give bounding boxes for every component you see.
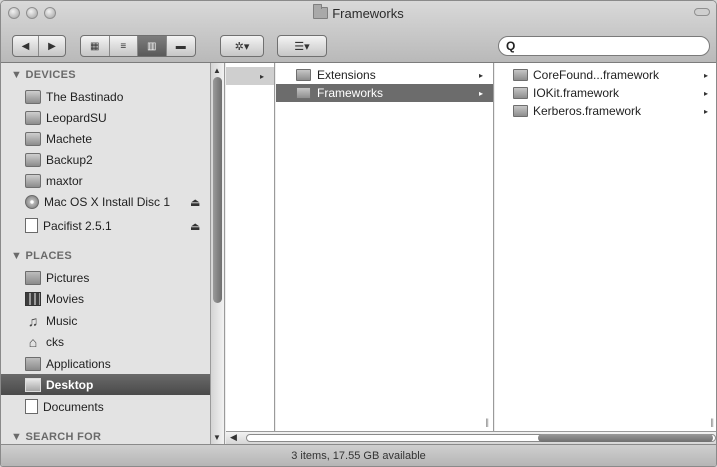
sidebar-item-documents[interactable]: Documents <box>1 396 210 417</box>
sidebar-item-maxtor[interactable]: maxtor <box>1 170 210 191</box>
cover-flow-button[interactable]: ▬ <box>167 36 195 56</box>
sidebar-item-applications[interactable]: Applications <box>1 353 210 374</box>
view-switcher: ▦ ≡ ▥ ▬ <box>80 35 196 57</box>
forward-button[interactable]: ▶ <box>39 36 65 56</box>
status-bar: 3 items, 17.55 GB available <box>1 444 716 466</box>
folder-icon <box>296 69 311 81</box>
folder-icon <box>513 105 528 117</box>
desktop-icon <box>25 377 41 392</box>
sidebar-item-movies[interactable]: Movies <box>1 288 210 309</box>
sidebar: ▼ DEVICES The Bastinado LeopardSU Machet… <box>1 63 211 444</box>
folder-icon <box>313 4 329 19</box>
document-icon <box>25 218 38 233</box>
list-item[interactable]: CoreFound...framework ▸ <box>495 66 716 84</box>
arrange-icon[interactable]: ☰▾ <box>278 36 326 56</box>
toolbar: Frameworks ◀ ▶ ▦ ≡ ▥ ▬ ✲▾ ☰▾ Q <box>1 1 716 63</box>
hard-drive-icon <box>25 89 41 104</box>
applications-folder-icon <box>25 356 41 371</box>
nav-buttons: ◀ ▶ <box>12 35 66 57</box>
horizontal-scrollbar[interactable]: ◀ <box>226 431 716 444</box>
horizontal-scroll-thumb[interactable] <box>538 434 713 442</box>
list-item[interactable]: Kerberos.framework ▸ <box>495 102 716 120</box>
action-menu: ✲▾ <box>220 35 264 57</box>
gear-icon[interactable]: ✲▾ <box>221 36 263 56</box>
eject-icon[interactable]: ⏏ <box>190 196 200 209</box>
search-for-header[interactable]: ▼ SEARCH FOR <box>11 431 101 443</box>
column-resize-handle[interactable]: || <box>710 417 714 427</box>
window-title-text: Frameworks <box>332 6 404 21</box>
chevron-right-icon: ▸ <box>704 106 709 116</box>
sidebar-item-machete[interactable]: Machete <box>1 128 210 149</box>
documents-icon <box>25 399 38 414</box>
column-root: ▸ <box>226 63 275 431</box>
chevron-right-icon: ▸ <box>479 70 484 80</box>
hard-drive-icon <box>25 173 41 188</box>
sidebar-item-desktop[interactable]: Desktop <box>1 374 210 395</box>
sidebar-item-cks[interactable]: ⌂ cks <box>1 331 210 352</box>
list-item[interactable]: Extensions ▸ <box>276 66 493 84</box>
movies-icon <box>25 291 41 306</box>
chevron-right-icon: ▸ <box>479 88 484 98</box>
list-view-button[interactable]: ≡ <box>110 36 138 56</box>
search-field[interactable]: Q <box>498 36 710 56</box>
search-icon: Q <box>506 39 516 53</box>
chevron-right-icon: ▸ <box>704 70 709 80</box>
scroll-left-arrow-icon[interactable]: ◀ <box>230 432 237 443</box>
disc-icon <box>25 194 39 209</box>
sidebar-item-music[interactable]: ♫ Music <box>1 310 210 331</box>
list-item[interactable]: IOKit.framework ▸ <box>495 84 716 102</box>
column-view-button[interactable]: ▥ <box>138 36 167 56</box>
eject-icon[interactable]: ⏏ <box>190 220 200 233</box>
back-button[interactable]: ◀ <box>13 36 40 56</box>
sidebar-item-backup2[interactable]: Backup2 <box>1 149 210 170</box>
sidebar-item-leopardsu[interactable]: LeopardSU <box>1 107 210 128</box>
sidebar-item-install-disc[interactable]: Mac OS X Install Disc 1 <box>1 191 210 212</box>
sidebar-item-pictures[interactable]: Pictures <box>1 267 210 288</box>
list-item[interactable]: Frameworks ▸ <box>276 84 493 102</box>
places-header[interactable]: ▼ PLACES <box>11 250 72 262</box>
icon-view-button[interactable]: ▦ <box>81 36 110 56</box>
home-icon: ⌂ <box>28 333 38 350</box>
sidebar-scrollbar[interactable]: ▲ ▼ <box>211 63 225 444</box>
music-icon: ♫ <box>27 312 39 329</box>
hard-drive-icon <box>25 152 41 167</box>
folder-icon <box>513 87 528 99</box>
chevron-right-icon: ▸ <box>260 71 265 81</box>
window-title: Frameworks <box>1 4 716 21</box>
sidebar-item-pacifist[interactable]: Pacifist 2.5.1 <box>1 215 210 236</box>
sidebar-item-the-bastinado[interactable]: The Bastinado <box>1 86 210 107</box>
column-library: Extensions ▸ Frameworks ▸ || <box>276 63 494 431</box>
devices-header[interactable]: ▼ DEVICES <box>11 69 76 81</box>
list-item[interactable]: ▸ <box>226 67 274 85</box>
external-drive-icon <box>25 110 41 125</box>
folder-icon <box>296 87 311 99</box>
finder-window: Frameworks ◀ ▶ ▦ ≡ ▥ ▬ ✲▾ ☰▾ Q ▼ DEVICES… <box>0 0 717 467</box>
column-frameworks: CoreFound...framework ▸ IOKit.framework … <box>495 63 716 431</box>
column-resize-handle[interactable]: || <box>485 417 489 427</box>
hard-drive-icon <box>25 131 41 146</box>
chevron-right-icon: ▸ <box>704 88 709 98</box>
scroll-up-arrow-icon[interactable]: ▲ <box>213 66 221 75</box>
pictures-folder-icon <box>25 270 41 285</box>
folder-icon <box>513 69 528 81</box>
sidebar-scroll-thumb[interactable] <box>213 77 222 303</box>
arrange-menu: ☰▾ <box>277 35 327 57</box>
toolbar-toggle-button[interactable] <box>694 8 710 16</box>
scroll-down-arrow-icon[interactable]: ▼ <box>213 433 221 442</box>
